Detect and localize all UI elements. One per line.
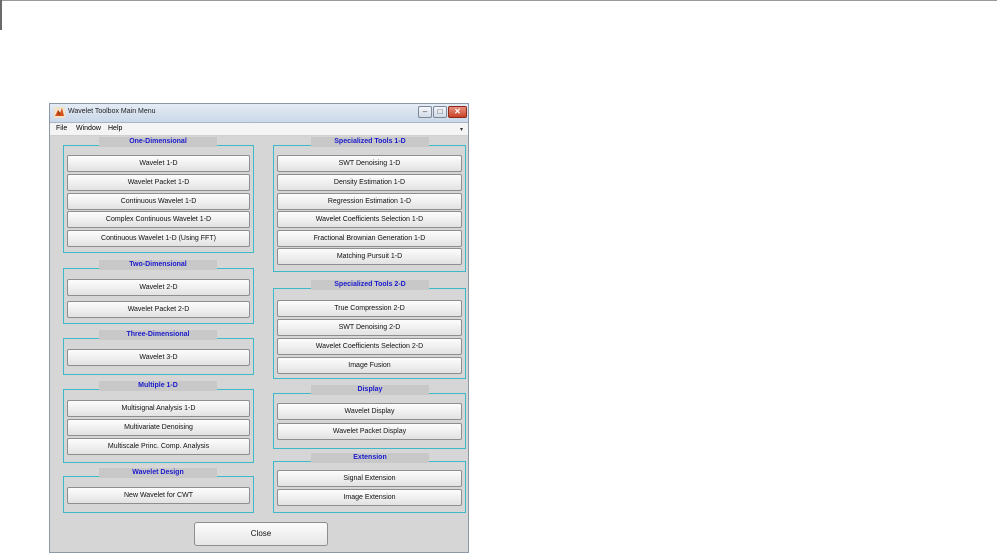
multisignal-analysis-1d-button[interactable]: Multisignal Analysis 1-D <box>67 400 250 417</box>
title-bar[interactable]: Wavelet Toolbox Main Menu – □ ✕ <box>50 104 468 123</box>
panel-title-multiple-1d: Multiple 1-D <box>99 381 217 391</box>
signal-extension-button[interactable]: Signal Extension <box>277 470 462 487</box>
close-button[interactable]: Close <box>194 522 328 546</box>
close-icon: ✕ <box>454 107 461 116</box>
close-window-button[interactable]: ✕ <box>448 106 467 118</box>
true-compression-2d-button[interactable]: True Compression 2-D <box>277 300 462 317</box>
window-title: Wavelet Toolbox Main Menu <box>68 108 156 115</box>
menu-window[interactable]: Window <box>76 125 101 132</box>
panel-title-specialized-tools-2d: Specialized Tools 2-D <box>311 280 429 290</box>
panel-title-one-dimensional: One-Dimensional <box>99 137 217 147</box>
wavelet-2d-button[interactable]: Wavelet 2-D <box>67 279 250 296</box>
page-left-border <box>0 0 2 30</box>
regression-estimation-1d-button[interactable]: Regression Estimation 1-D <box>277 193 462 210</box>
panel-title-two-dimensional: Two-Dimensional <box>99 260 217 270</box>
continuous-wavelet-1d-fft-button[interactable]: Continuous Wavelet 1-D (Using FFT) <box>67 230 250 247</box>
maximize-button[interactable]: □ <box>433 106 447 118</box>
wavelet-packet-display-button[interactable]: Wavelet Packet Display <box>277 423 462 440</box>
page-top-border <box>0 0 997 1</box>
image-fusion-button[interactable]: Image Fusion <box>277 357 462 374</box>
wavelet-display-button[interactable]: Wavelet Display <box>277 403 462 420</box>
minimize-icon: – <box>422 107 428 116</box>
maximize-icon: □ <box>437 107 443 116</box>
menu-overflow-icon[interactable]: ▾ <box>460 126 463 133</box>
new-wavelet-for-cwt-button[interactable]: New Wavelet for CWT <box>67 487 250 504</box>
minimize-button[interactable]: – <box>418 106 432 118</box>
matching-pursuit-1d-button[interactable]: Matching Pursuit 1-D <box>277 248 462 265</box>
panel-title-wavelet-design: Wavelet Design <box>99 468 217 478</box>
wavelet-coefficients-selection-2d-button[interactable]: Wavelet Coefficients Selection 2-D <box>277 338 462 355</box>
multivariate-denoising-button[interactable]: Multivariate Denoising <box>67 419 250 436</box>
fractional-brownian-generation-1d-button[interactable]: Fractional Brownian Generation 1-D <box>277 230 462 247</box>
panel-display <box>273 393 466 449</box>
menu-file[interactable]: File <box>56 125 67 132</box>
wavelet-coefficients-selection-1d-button[interactable]: Wavelet Coefficients Selection 1-D <box>277 211 462 228</box>
continuous-wavelet-1d-button[interactable]: Continuous Wavelet 1-D <box>67 193 250 210</box>
wavelet-packet-1d-button[interactable]: Wavelet Packet 1-D <box>67 174 250 191</box>
complex-continuous-wavelet-1d-button[interactable]: Complex Continuous Wavelet 1-D <box>67 211 250 228</box>
density-estimation-1d-button[interactable]: Density Estimation 1-D <box>277 174 462 191</box>
menu-bar: File Window Help ▾ <box>50 123 468 136</box>
menu-help[interactable]: Help <box>108 125 122 132</box>
multiscale-pca-button[interactable]: Multiscale Princ. Comp. Analysis <box>67 438 250 455</box>
panel-title-specialized-tools-1d: Specialized Tools 1-D <box>311 137 429 147</box>
wavelet-3d-button[interactable]: Wavelet 3-D <box>67 349 250 366</box>
wavelet-1d-button[interactable]: Wavelet 1-D <box>67 155 250 172</box>
matlab-icon <box>54 107 65 118</box>
panel-title-display: Display <box>311 385 429 395</box>
swt-denoising-2d-button[interactable]: SWT Denoising 2-D <box>277 319 462 336</box>
wavelet-packet-2d-button[interactable]: Wavelet Packet 2-D <box>67 301 250 318</box>
wavelet-toolbox-window: Wavelet Toolbox Main Menu – □ ✕ File Win… <box>49 103 469 553</box>
panel-title-extension: Extension <box>311 453 429 463</box>
swt-denoising-1d-button[interactable]: SWT Denoising 1-D <box>277 155 462 172</box>
image-extension-button[interactable]: Image Extension <box>277 489 462 506</box>
panel-title-three-dimensional: Three-Dimensional <box>99 330 217 340</box>
